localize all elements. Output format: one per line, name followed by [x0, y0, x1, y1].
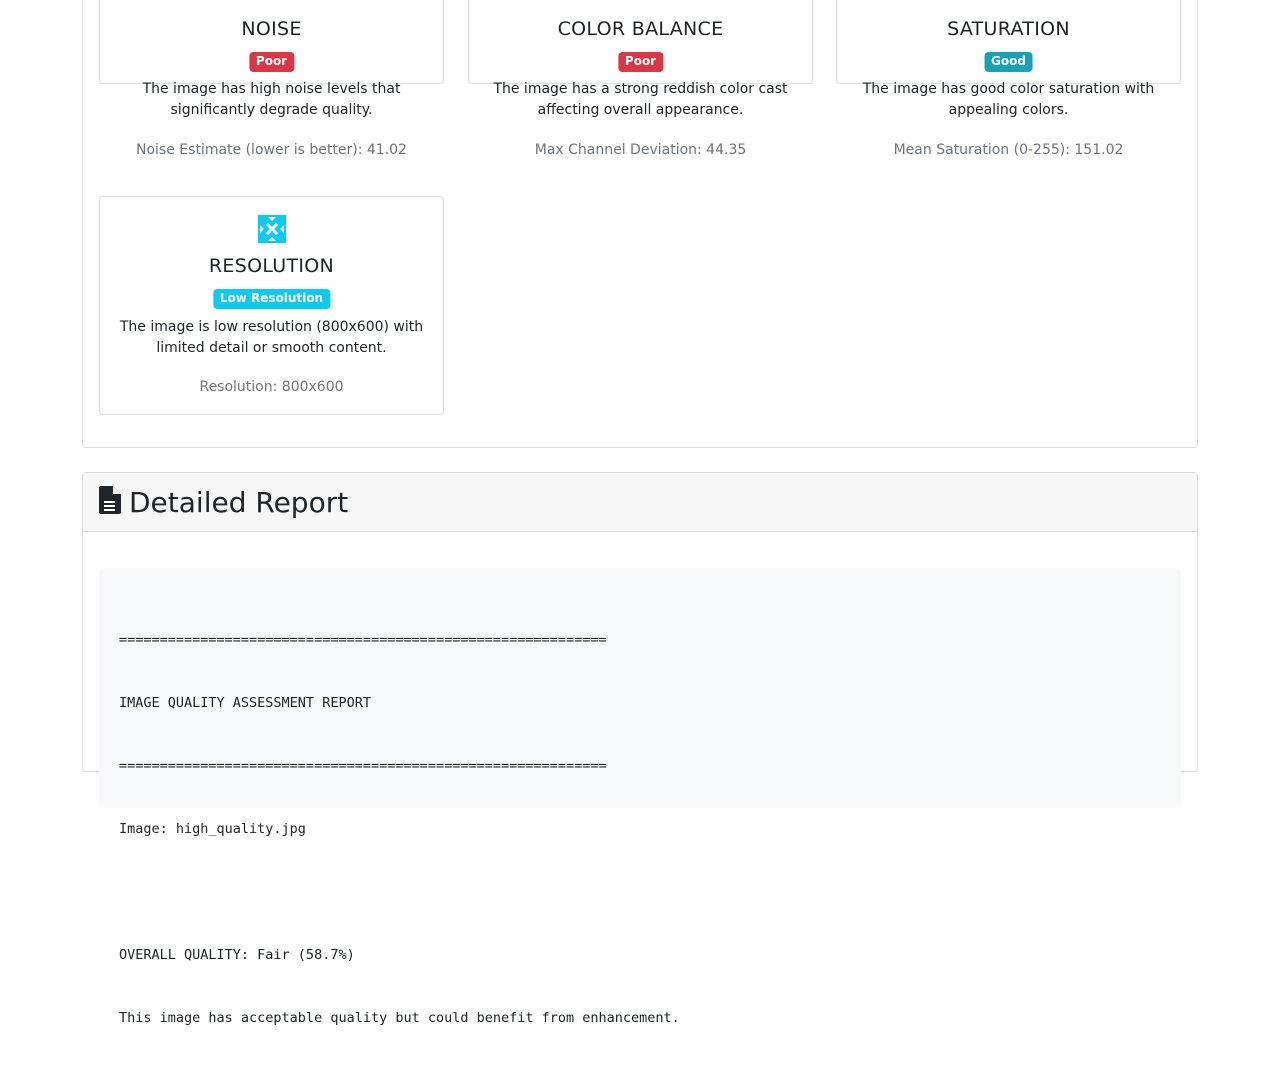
- metric-card-saturation: SATURATION Good The image has good color…: [836, 0, 1181, 158]
- report-line: ========================================…: [119, 758, 607, 774]
- metric-title: SATURATION: [947, 18, 1070, 40]
- metric-description: The image is low resolution (800x600) wi…: [119, 319, 424, 356]
- report-header: Detailed Report: [83, 473, 1197, 532]
- report-text: ========================================…: [119, 588, 1161, 1071]
- report-line: This image has acceptable quality but co…: [119, 1010, 680, 1026]
- expand-arrows-icon: [100, 215, 443, 243]
- report-title: Detailed Report: [129, 485, 349, 519]
- status-badge: Poor: [248, 52, 295, 72]
- metric-description: The image has high noise levels that sig…: [142, 81, 401, 118]
- file-text-icon: [99, 486, 121, 518]
- metric-description: The image has good color saturation with…: [862, 81, 1155, 118]
- status-badge: Good: [984, 52, 1033, 72]
- metric-title: COLOR BALANCE: [557, 18, 724, 40]
- report-line: Image: high_quality.jpg: [119, 821, 306, 837]
- detailed-report-card: Detailed Report ========================…: [82, 472, 1198, 1026]
- metric-title: RESOLUTION: [208, 255, 335, 277]
- report-body: ========================================…: [99, 568, 1181, 1026]
- metrics-panel: NOISE Poor The image has high noise leve…: [82, 0, 1198, 448]
- metric-title: NOISE: [241, 18, 302, 40]
- report-line: IMAGE QUALITY ASSESSMENT REPORT: [119, 695, 371, 711]
- metric-stat: Mean Saturation (0-255): 151.02: [893, 142, 1124, 158]
- metric-card-noise: NOISE Poor The image has high noise leve…: [99, 0, 444, 158]
- status-badge: Poor: [617, 52, 664, 72]
- metric-card-resolution: RESOLUTION Low Resolution The image is l…: [99, 196, 444, 415]
- metric-stat: Max Channel Deviation: 44.35: [534, 142, 747, 158]
- metric-stat: Noise Estimate (lower is better): 41.02: [136, 142, 407, 158]
- report-line: OVERALL QUALITY: Fair (58.7%): [119, 947, 355, 963]
- status-badge: Low Resolution: [212, 289, 331, 309]
- metric-description: The image has a strong reddish color cas…: [493, 81, 788, 118]
- report-line: ========================================…: [119, 632, 607, 648]
- metric-card-color-balance: COLOR BALANCE Poor The image has a stron…: [468, 0, 813, 158]
- metric-stat: Resolution: 800x600: [199, 379, 344, 395]
- report-line: ​: [119, 882, 1161, 903]
